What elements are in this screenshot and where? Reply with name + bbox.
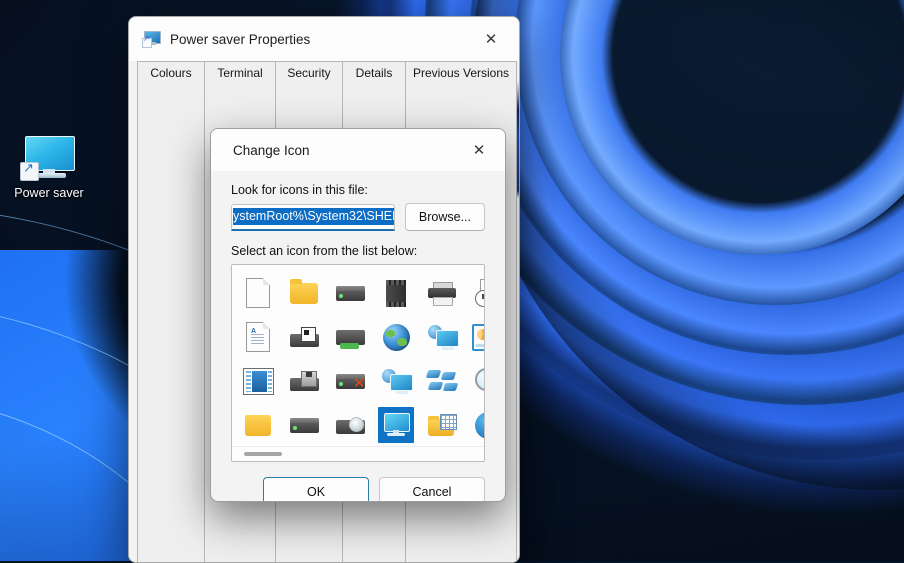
browse-button[interactable]: Browse... [404,203,485,231]
icon-list-box[interactable]: ↗ A ↗ ✕ [231,264,485,462]
network-globe-monitor-icon[interactable] [424,319,460,355]
desktop-shortcut-power-saver[interactable]: Power saver [10,136,88,201]
change-icon-ok-button[interactable]: OK [263,476,369,501]
folder-grid-icon[interactable] [424,407,460,443]
floppy-drive-icon[interactable] [286,319,322,355]
change-icon-body: Look for icons in this file: ystemRoot%\… [211,171,505,462]
tab-colours[interactable]: Colours [137,61,205,562]
yellow-folder-icon[interactable] [286,275,322,311]
blank-document-icon[interactable] [240,275,276,311]
properties-title-text: Power saver Properties [170,31,311,47]
icon-file-path-value: ystemRoot%\System32\SHELL32.dll [233,208,394,225]
text-document-icon[interactable]: A [240,319,276,355]
close-icon[interactable]: ✕ [457,131,501,169]
close-icon[interactable]: ✕ [469,20,513,58]
document-clock-icon[interactable] [470,275,484,311]
disconnected-drive-icon[interactable]: ✕ [332,363,368,399]
file-path-row: ystemRoot%\System32\SHELL32.dll Browse..… [231,203,485,231]
memory-chip-icon[interactable] [378,275,414,311]
window-list-icon[interactable] [240,363,276,399]
icon-grid[interactable]: ↗ A ↗ ✕ [232,265,484,447]
hard-drive-icon[interactable] [332,275,368,311]
folder-plain-icon[interactable] [240,407,276,443]
monitor-shortcut-icon [20,136,75,182]
icon-list-horizontal-scrollbar[interactable] [232,446,484,461]
icon-grid-row: ↗ [240,271,484,315]
network-nodes-icon[interactable] [424,363,460,399]
printer-icon[interactable] [424,275,460,311]
change-icon-title-bar: Change Icon ✕ [211,129,505,171]
icon-list-label: Select an icon from the list below: [231,244,418,258]
globe-icon[interactable] [378,319,414,355]
magnifier-icon[interactable] [470,363,484,399]
monitor-shortcut-icon [142,31,161,48]
floppy-disk-drive-icon[interactable] [286,363,322,399]
presentation-monitor-icon[interactable] [470,319,484,355]
scrollbar-thumb[interactable] [244,452,282,456]
hard-drive-2-icon[interactable] [286,407,322,443]
desktop-shortcut-label: Power saver [14,186,84,200]
icon-grid-row: ? [240,403,484,447]
green-drive-icon[interactable] [332,319,368,355]
file-path-label: Look for icons in this file: [231,183,368,197]
icon-file-path-input[interactable]: ystemRoot%\System32\SHELL32.dll [231,203,395,231]
help-question-icon[interactable]: ? [470,407,484,443]
cd-drive-icon[interactable] [332,407,368,443]
icon-grid-row: A ↗ [240,315,484,359]
icon-grid-row: ✕ ⬅ [240,359,484,403]
change-icon-title-text: Change Icon [233,142,310,158]
change-icon-footer: OK Cancel [211,462,505,501]
properties-title-bar: Power saver Properties ✕ [129,17,519,61]
shortcut-overlay-arrow-icon [20,160,39,181]
network-monitor-icon[interactable] [378,363,414,399]
change-icon-dialog[interactable]: Change Icon ✕ Look for icons in this fil… [210,128,506,502]
monitor-display-icon[interactable] [378,407,414,443]
change-icon-cancel-button[interactable]: Cancel [379,476,485,501]
